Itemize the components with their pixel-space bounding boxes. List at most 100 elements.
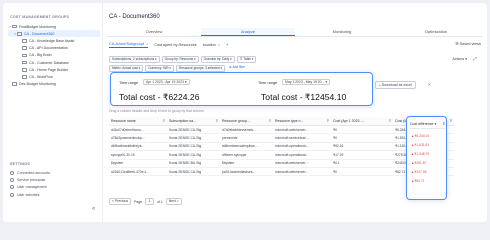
filter-bar: Subscriptions: 2 subscriptions ▾ Group by… <box>109 56 389 74</box>
link-icon <box>10 170 14 175</box>
close-icon[interactable]: × <box>428 82 431 87</box>
app-window: COST MANAGEMENT GROUPS ▾ FinalBudget Moni… <box>3 3 487 222</box>
sidebar-item[interactable]: CA - Knowledge Base Assist <box>8 37 100 44</box>
filter-chip[interactable]: Currency: INR ▾ <box>145 64 175 72</box>
sidebar-item[interactable]: CA - Customer Database <box>8 59 100 66</box>
column-header-label: Resource type n... <box>275 119 304 123</box>
sidebar-item-label: CA - API Documentation <box>29 46 68 51</box>
actions-dropdown[interactable]: Actions ▾ <box>452 57 467 61</box>
filter-icon[interactable]: ⊽ <box>449 119 452 123</box>
time-range-select-right[interactable]: May 1 2023 - May 19 20... ▾ <box>282 79 331 85</box>
download-excel-button[interactable]: ⤓ Download as excel <box>375 81 416 89</box>
table-row[interactable]: $system Kovai-SENSE-BU-Stg $system microsof… <box>109 160 454 168</box>
filter-icon[interactable]: ⊽ <box>326 119 329 123</box>
table-cell: d9tezer-syncppe <box>222 152 247 157</box>
table-row[interactable]: d42c07d0ebm9conu... Kovai-SENSE-CA-Stg d7d… <box>109 126 454 135</box>
column-header[interactable]: Subscription na... ⊽ <box>167 119 220 123</box>
view-tab[interactable]: location × <box>203 43 220 47</box>
table-body: d42c07d0ebm9conu... Kovai-SENSE-CA-Stg d7d… <box>109 126 454 177</box>
column-header[interactable]: Resource name ⊽ <box>109 119 167 123</box>
table-cell: premcmds <box>222 136 238 141</box>
collapse-sidebar-icon[interactable]: « <box>92 206 95 212</box>
saved-views-button[interactable]: ☰ Saved views <box>455 41 481 46</box>
filter-icon[interactable]: ⊽ <box>268 119 271 123</box>
sidebar-item[interactable]: CA - WorkFlow <box>8 73 100 80</box>
tab-monitoring[interactable]: Monitoring <box>295 28 389 36</box>
time-range-label-left: Time range <box>119 81 139 85</box>
filter-chip[interactable]: Metric: Actual cost ▾ <box>109 64 144 72</box>
sidebar-item-label: CA - Customer Database <box>29 60 69 65</box>
settings-item-label: User management <box>17 185 47 190</box>
key-icon <box>10 178 14 183</box>
filter-icon[interactable]: ⊽ <box>162 119 165 123</box>
filter-chip[interactable]: Resource groups: 3 selected ▾ <box>176 64 226 72</box>
folder-icon <box>22 53 27 58</box>
table-cell: st6bcmbeeccatmpinse... <box>222 144 258 149</box>
column-header[interactable]: Cost (Apr 1 2023 -... ⊽ <box>331 119 393 123</box>
expand-icon[interactable]: ⤢ <box>473 56 477 61</box>
filter-chip[interactable]: Granular by: Daily ▾ <box>200 56 235 63</box>
table-cell: ₹0 <box>333 127 337 132</box>
pagination: < Previous Page 1 of 1 Next > <box>109 198 182 205</box>
settings-item-label: Connected accounts <box>17 170 50 175</box>
table-row[interactable]: d78d2pnsmseninclop... Kovai-SENSE-CA-Stg p… <box>109 134 454 143</box>
tab-analyze[interactable]: Analyze <box>201 28 295 36</box>
settings-item[interactable]: Service principals <box>10 176 100 183</box>
sidebar-item-label: FinalBudget Monitoring <box>19 24 56 29</box>
tab-overview[interactable]: Overview <box>107 28 201 36</box>
settings-item[interactable]: Connected accounts <box>10 169 100 176</box>
sidebar-item-label: CA - Home Page Builder <box>29 67 69 72</box>
table-row[interactable]: dk9bw6wantikotheys... Kovai-SENSE-CA-Stg s… <box>109 143 454 152</box>
sidebar-item-label: CA - WorkFlow <box>29 74 53 79</box>
filter-chip[interactable]: ☰ Table ▾ <box>236 56 257 63</box>
tab-bar: Overview Analyze Monitoring Optimization <box>107 28 483 37</box>
cost-difference-value: ▲₹1,048.70 <box>411 151 430 156</box>
view-tab-label: location <box>202 43 216 47</box>
column-header-label: Resource name <box>111 119 136 123</box>
table-cell: ₹92.16 <box>333 144 344 149</box>
sidebar-item[interactable]: ▾ CA - Document360 <box>8 30 100 38</box>
column-header-label: Cost (Apr 1 2023 -... <box>333 119 365 123</box>
close-tab-icon[interactable]: × <box>218 43 220 47</box>
sidebar-item[interactable]: CA - Home Page Builder <box>8 66 100 73</box>
table-cell: ₹0 <box>333 169 337 174</box>
close-tab-icon[interactable]: × <box>146 42 148 46</box>
settings-item[interactable]: User activities <box>10 191 100 198</box>
filter-icon[interactable]: ⊽ <box>388 119 391 123</box>
previous-page-button[interactable]: < Previous <box>109 198 132 205</box>
sidebar-item[interactable]: CA - Big Brain <box>8 52 100 59</box>
next-page-button[interactable]: Next > <box>165 198 182 205</box>
table-cell: ps25-facimediasburs... <box>222 169 256 174</box>
sidebar-item-label: Dev-Budget Monitoring <box>19 82 56 87</box>
cost-difference-header[interactable]: Cost difference ▾ ⊽ <box>410 122 445 129</box>
tab-optimization[interactable]: Optimization <box>389 28 483 36</box>
column-header[interactable]: Resource type n... ⊽ <box>273 119 331 123</box>
view-tab[interactable]: CA-Azure/Subgroupt × <box>109 42 149 48</box>
cost-difference-value: ▲₹247.95 <box>411 169 427 174</box>
filter-chip[interactable]: Group by: Resource ▾ <box>161 56 199 63</box>
table-cell: microsoft.operational... <box>275 152 309 157</box>
add-tab-icon[interactable]: + <box>226 43 228 47</box>
cost-table: Resource name ⊽ Subscription na... ⊽ Resourc… <box>109 117 454 177</box>
table-header: Resource name ⊽ Subscription na... ⊽ Resourc… <box>109 117 454 126</box>
table-cell: microsoft.servicebus/... <box>275 136 309 141</box>
settings-item[interactable]: User management <box>10 184 100 191</box>
sidebar-item[interactable]: CA - API Documentation <box>8 45 100 52</box>
table-cell: microsoft.operational... <box>275 144 309 149</box>
table-row[interactable]: a2160-f1ed5ee6-470e-4... Kovai-SENSE-CA-S… <box>109 168 454 177</box>
view-tab[interactable]: Cost spent by Resources <box>154 43 196 47</box>
time-range-select-left[interactable]: Apr 1 2023 - Apr 19 2023 ▾ <box>143 79 190 85</box>
table-cell: d78d2pnsmseninclop... <box>111 136 145 141</box>
add-filter-button[interactable]: ⊕ Add filter <box>227 65 247 72</box>
table-cell: dk9bw6wantikotheys... <box>111 144 145 149</box>
filter-icon[interactable]: ⊽ <box>442 122 445 126</box>
page-number-input[interactable]: 1 <box>145 198 155 205</box>
sidebar-tree: ▾ FinalBudget Monitoring ▾ CA - Document360… <box>8 23 100 88</box>
table-row[interactable]: syncpp00-30-19 Kovai-SENSE-CA-Stg d9tezer-… <box>109 151 454 160</box>
sidebar-item[interactable]: ▾ FinalBudget Monitoring <box>8 23 100 30</box>
column-header[interactable]: Resource group... ⊽ <box>220 119 273 123</box>
filter-chip[interactable]: Subscriptions: 2 subscriptions ▾ <box>109 56 160 63</box>
filter-icon[interactable]: ⊽ <box>215 119 218 123</box>
sidebar-item[interactable]: Dev-Budget Monitoring <box>8 81 100 88</box>
page-count: of 1 <box>157 199 163 204</box>
